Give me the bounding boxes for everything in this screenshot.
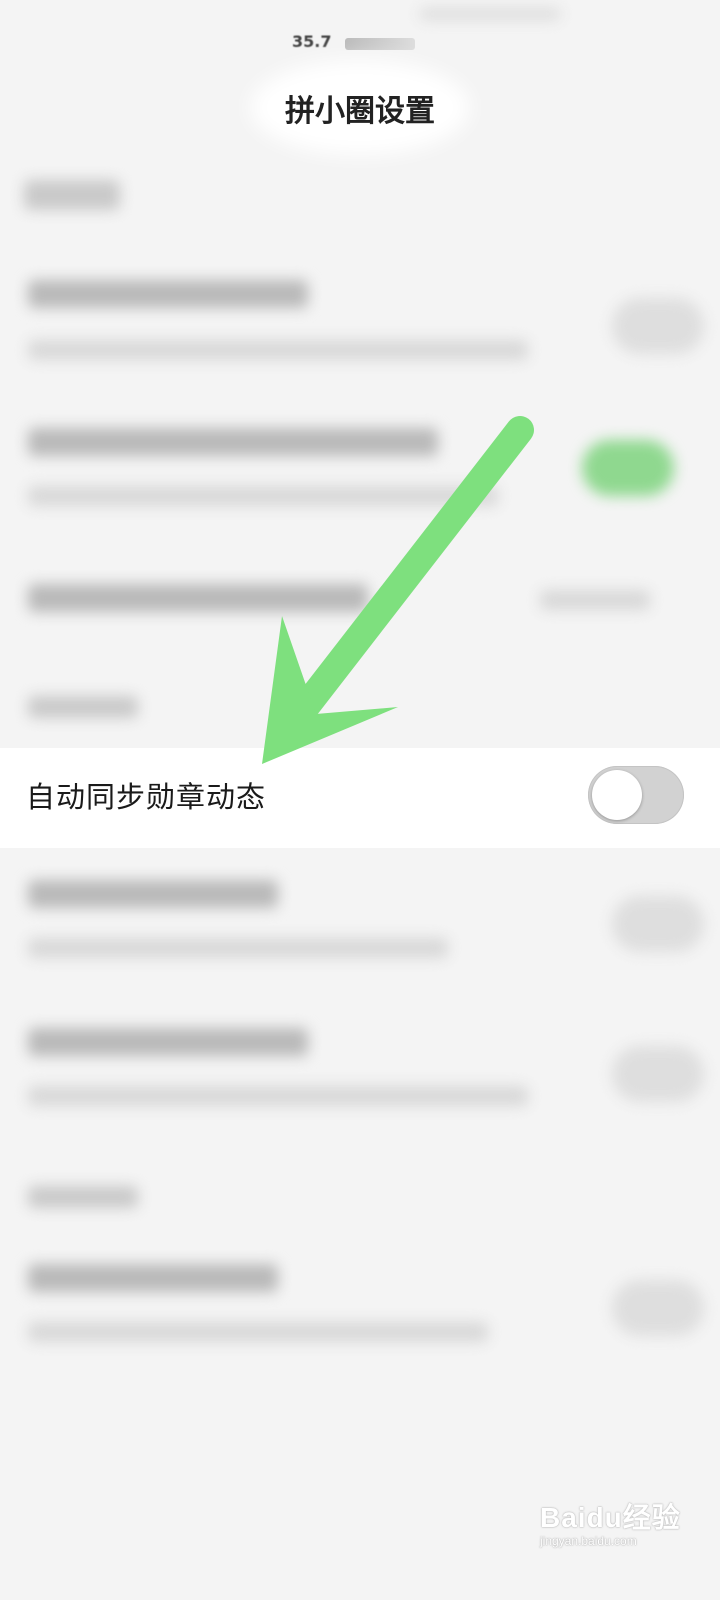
status-icons — [420, 8, 560, 20]
setting-desc-blurred — [28, 340, 528, 360]
section-header-blurred — [24, 180, 120, 210]
setting-value-blurred — [540, 590, 650, 610]
setting-desc-blurred — [28, 1086, 528, 1106]
watermark-logo: Baidu经验 — [540, 1502, 681, 1533]
setting-title-blurred — [28, 880, 278, 908]
page-title: 拼小圈设置 — [285, 94, 435, 129]
section-header-blurred — [28, 1186, 138, 1208]
section-header-blurred — [28, 696, 138, 718]
setting-title-blurred — [28, 1264, 278, 1292]
toggle-blurred — [612, 1046, 704, 1102]
setting-desc-blurred — [28, 486, 498, 506]
auto-sync-badge-toggle[interactable] — [588, 766, 684, 824]
setting-title-blurred — [28, 280, 308, 308]
setting-label: 自动同步勋章动态 — [26, 780, 267, 814]
setting-desc-blurred — [28, 938, 448, 958]
status-bar: 35.7 — [0, 30, 720, 60]
toggle-blurred-on — [582, 440, 674, 496]
toggle-blurred — [612, 298, 704, 354]
setting-title-blurred — [28, 584, 368, 612]
toggle-blurred — [612, 896, 704, 952]
setting-desc-blurred — [28, 1322, 488, 1342]
setting-title-blurred — [28, 1028, 308, 1056]
toggle-knob — [592, 770, 642, 820]
settings-screen: 35.7 拼小圈设置 自动同步勋章动态 Baidu经验 jingyan.baid… — [0, 0, 720, 1600]
setting-title-blurred — [28, 428, 438, 456]
toggle-blurred — [612, 1280, 704, 1336]
baidu-jingyan-watermark: Baidu经验 jingyan.baidu.com — [540, 1496, 710, 1556]
watermark-url: jingyan.baidu.com — [540, 1534, 637, 1548]
signal-icon — [345, 38, 415, 50]
network-speed: 35.7 — [292, 32, 332, 51]
